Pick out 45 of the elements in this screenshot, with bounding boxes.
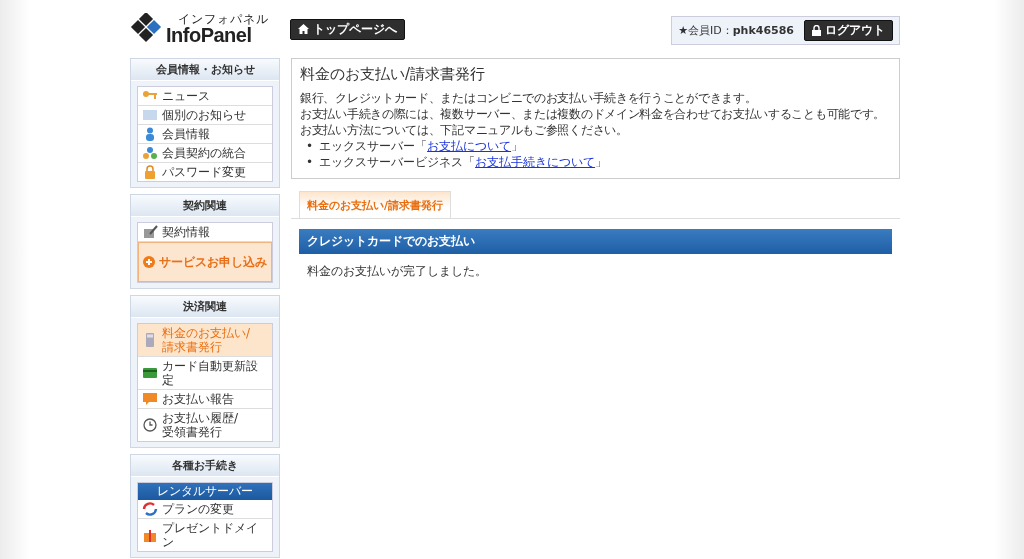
- completion-message: 料金のお支払いが完了しました。: [307, 263, 488, 280]
- sidebar-item[interactable]: カード自動更新設定: [138, 357, 272, 390]
- gift-icon: [142, 528, 158, 542]
- people-icon: [142, 146, 158, 160]
- sidebar-subheader: レンタルサーバー: [138, 483, 272, 500]
- speech-bubble-icon: [142, 392, 158, 406]
- sidebar-section-title: 各種お手続き: [131, 455, 279, 477]
- manual-link[interactable]: お支払手続きについて: [475, 155, 596, 169]
- sidebar-item[interactable]: ニュース: [138, 87, 272, 106]
- sidebar-item[interactable]: お支払い報告: [138, 390, 272, 409]
- sidebar-item[interactable]: パスワード変更: [138, 163, 272, 181]
- plus-circle-icon: [143, 256, 155, 268]
- logo-kana: インフォパネル: [178, 13, 269, 25]
- sidebar-item[interactable]: プランの変更: [138, 500, 272, 519]
- description-text: お支払い方法については、下記マニュアルもご参照ください。: [300, 122, 629, 138]
- logo-icon: [130, 13, 162, 45]
- home-icon: [298, 24, 309, 34]
- logo-text: InfoPanel: [166, 25, 252, 45]
- sidebar-section-title: 会員情報・お知らせ: [131, 59, 279, 81]
- sidebar-item[interactable]: お支払い履歴/ 受領書発行: [138, 409, 272, 441]
- description-text: 銀行、クレジットカード、またはコンビニでのお支払い手続きを行うことができます。: [300, 90, 758, 106]
- description-text: お支払い手続きの際には、複数サーバー、または複数のドメイン料金を合わせてお支払いすることも可能です。: [300, 106, 886, 122]
- sidebar-item[interactable]: 会員契約の統合: [138, 144, 272, 163]
- manual-link-item: エックスサーバービジネス「お支払手続きについて」: [319, 154, 608, 170]
- clock-icon: [142, 418, 158, 432]
- screen-icon: [142, 108, 158, 122]
- logout-button[interactable]: ログアウト: [804, 19, 893, 41]
- page-title: 料金のお支払い/請求書発行: [300, 65, 487, 84]
- lock-icon: [812, 24, 821, 36]
- padlock-icon: [142, 165, 158, 179]
- bullet: •: [306, 154, 314, 170]
- sidebar-item[interactable]: 個別のお知らせ: [138, 106, 272, 125]
- sidebar-section-title: 決済関連: [131, 296, 279, 318]
- sidebar-item[interactable]: 会員情報: [138, 125, 272, 144]
- top-page-button[interactable]: トップページへ: [290, 18, 405, 40]
- sidebar-section-title: 契約関連: [131, 195, 279, 217]
- bullet: •: [306, 138, 314, 154]
- sidebar-item[interactable]: プレゼントドメイン: [138, 519, 272, 551]
- section-header: クレジットカードでのお支払い: [299, 229, 892, 254]
- member-id: ★会員ID：phk46586: [678, 22, 794, 38]
- card-icon: [142, 366, 158, 380]
- exchange-arrows-icon: [142, 502, 158, 516]
- manual-link-item: エックスサーバー「お支払について」: [319, 138, 524, 154]
- manual-link[interactable]: お支払について: [427, 139, 512, 153]
- document-pen-icon: [142, 225, 158, 239]
